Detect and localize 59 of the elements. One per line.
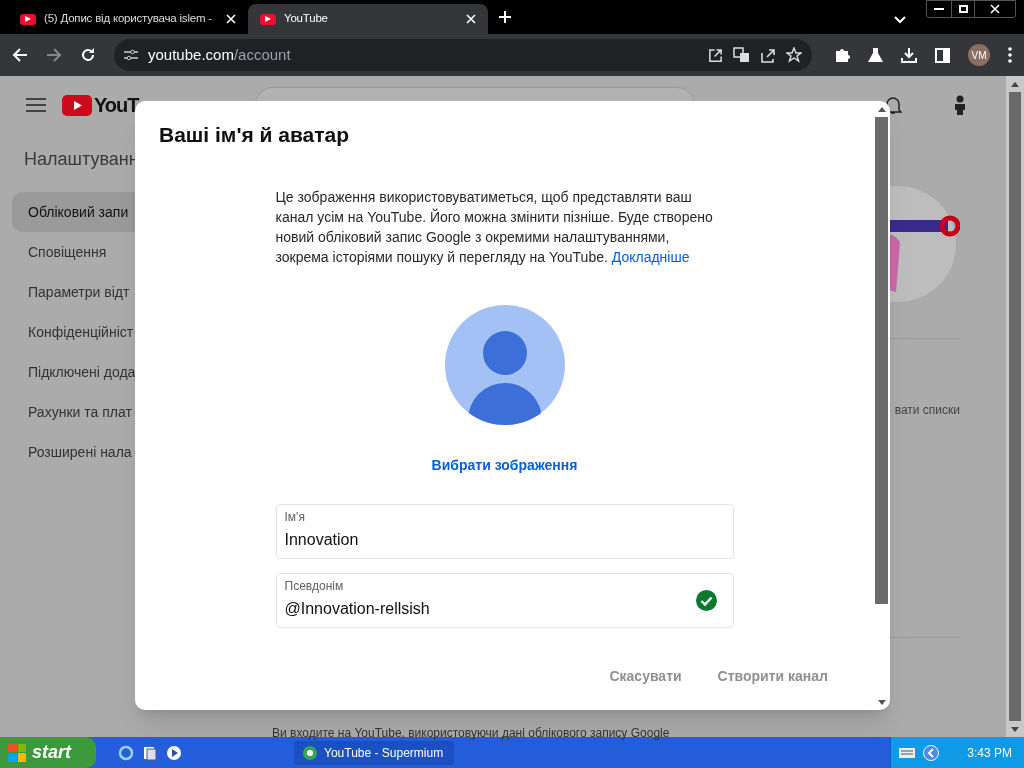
browser-tab[interactable]: YouTube [248,4,488,34]
taskbar-button[interactable]: YouTube - Supermium [294,740,454,765]
tab-favicon-icon [20,13,36,25]
windows-flag-icon [8,743,26,762]
media-icon[interactable] [166,744,182,761]
tab-close-icon[interactable] [466,14,476,24]
tab-title: (5) Допис від користувача islem - [44,11,213,27]
keyboard-icon[interactable] [899,747,916,758]
open-external-icon[interactable] [708,47,723,63]
clock-text: 3:43 PM [967,744,1012,762]
forward-icon[interactable] [46,47,62,63]
browser-icon[interactable] [118,744,134,761]
text-field[interactable]: Ім'я Innovation [275,503,734,559]
menu-icon[interactable] [26,97,46,113]
scroll-up-icon[interactable] [1011,81,1019,87]
tab-favicon-icon [260,13,276,25]
dialog-title: Ваші ім'я й аватар [159,122,349,148]
description-text: Це зображення використовуватиметься, щоб представляти ваш канал усім на YouTube. Його можна змінити пізніше. Буде створено новий обліковий запис Google з окремими налаштуваннями, зокрема історіями пошуку й перегляду на YouTube. Докладніше [275,187,714,267]
side-panel-icon[interactable] [935,47,950,63]
tab-close-icon[interactable] [226,14,236,24]
scroll-down-icon[interactable] [877,699,886,705]
input-field[interactable]: @Innovation-rellsish [284,597,645,621]
close-icon[interactable] [990,4,1000,14]
field-label: Ім'я [284,510,305,524]
site-info-icon[interactable] [124,49,138,61]
profile-avatar[interactable]: VM [968,44,990,66]
start-button[interactable]: start [0,737,96,768]
input-field[interactable]: Innovation [284,528,645,552]
scroll-up-icon[interactable] [877,106,886,112]
restore-button[interactable] [951,1,975,17]
chevron-left-icon[interactable] [923,744,940,761]
field-label: Псевдонім [284,579,344,593]
text-field[interactable]: Псевдонім @Innovation-rellsish [275,572,734,628]
app-icon [302,744,318,761]
translate-icon[interactable] [733,47,750,63]
learn-more-link[interactable]: Докладніше [611,248,690,265]
reload-icon[interactable] [80,47,96,63]
chevron-down-icon[interactable] [894,16,906,24]
back-icon[interactable] [12,47,28,63]
share-icon[interactable] [760,47,776,63]
tab-title: YouTube [284,11,329,27]
scroll-down-icon[interactable] [1011,726,1019,732]
page-scrollbar[interactable] [1006,76,1024,737]
play-logo-icon [62,94,92,116]
choose-image-link[interactable]: Вибрати зображення [431,454,578,476]
star-icon[interactable] [786,47,802,63]
download-icon[interactable] [901,47,917,63]
logo-text: YouT [94,93,139,118]
puzzle-icon[interactable] [834,47,850,63]
url-text: youtube.com/account [148,44,291,65]
side-text: вати списки [894,402,960,419]
more-icon[interactable] [1008,47,1012,63]
documents-icon[interactable] [142,744,158,761]
new-tab-icon[interactable] [498,10,512,24]
browser-tab[interactable]: (5) Допис від користувача islem - [8,4,248,34]
flask-icon[interactable] [868,47,883,63]
settings-heading: Налаштуванн [23,148,140,171]
avatar-figure-icon[interactable] [954,95,966,115]
address-bar[interactable]: youtube.com/account [114,39,812,71]
